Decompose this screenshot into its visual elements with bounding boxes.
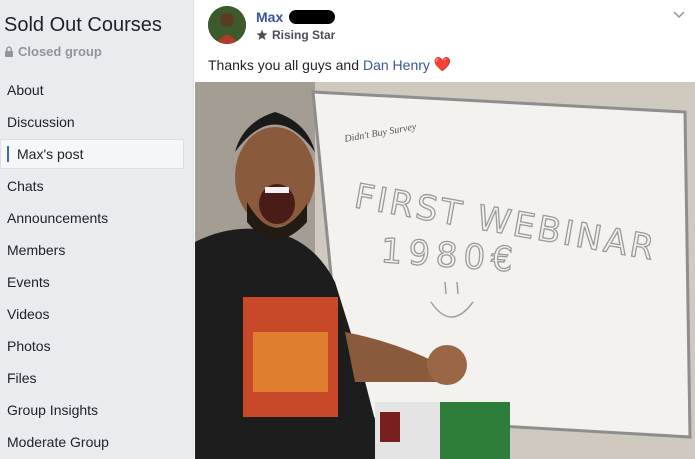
nav-item-discussion[interactable]: Discussion: [0, 106, 194, 138]
nav-item-files[interactable]: Files: [0, 362, 194, 394]
nav-item-members[interactable]: Members: [0, 234, 194, 266]
post-options-chevron-icon[interactable]: [673, 6, 685, 22]
group-title[interactable]: Sold Out Courses: [4, 14, 162, 37]
heart-emoji: ❤️: [433, 56, 452, 72]
nav-item-videos[interactable]: Videos: [0, 298, 194, 330]
nav-item-moderate-group[interactable]: Moderate Group: [0, 426, 194, 458]
post-card: Max Rising Star Thanks you all guys and …: [195, 0, 695, 459]
group-privacy-label: Closed group: [18, 44, 102, 59]
lock-icon: [5, 46, 13, 57]
nav-item-photos[interactable]: Photos: [0, 330, 194, 362]
mention-link[interactable]: Dan Henry: [363, 57, 430, 73]
nav-item-announcements[interactable]: Announcements: [0, 202, 194, 234]
nav-item-group-insights[interactable]: Group Insights: [0, 394, 194, 426]
nav-item-maxs-post[interactable]: Max's post: [0, 139, 184, 169]
nav-item-events[interactable]: Events: [0, 266, 194, 298]
post-photo[interactable]: Didn't Buy Survey FIRST WEBINAR 1980€: [195, 82, 695, 459]
author-avatar[interactable]: [208, 6, 246, 44]
post-text: Thanks you all guys and Dan Henry ❤️: [208, 56, 451, 73]
nav-item-chats[interactable]: Chats: [0, 170, 194, 202]
rising-star-icon: [256, 29, 268, 40]
author-line: Max: [256, 9, 336, 25]
redaction-mark: [289, 10, 336, 24]
post-text-body: Thanks you all guys and: [208, 56, 359, 73]
author-badge: Rising Star: [256, 28, 335, 42]
author-name[interactable]: Max: [256, 9, 283, 25]
nav-item-about[interactable]: About: [0, 74, 194, 106]
badge-label: Rising Star: [272, 28, 336, 42]
group-privacy: Closed group: [4, 44, 102, 59]
group-sidebar: Sold Out Courses Closed group About Disc…: [0, 0, 194, 459]
group-nav: About Discussion Max's post Chats Announ…: [0, 74, 194, 458]
